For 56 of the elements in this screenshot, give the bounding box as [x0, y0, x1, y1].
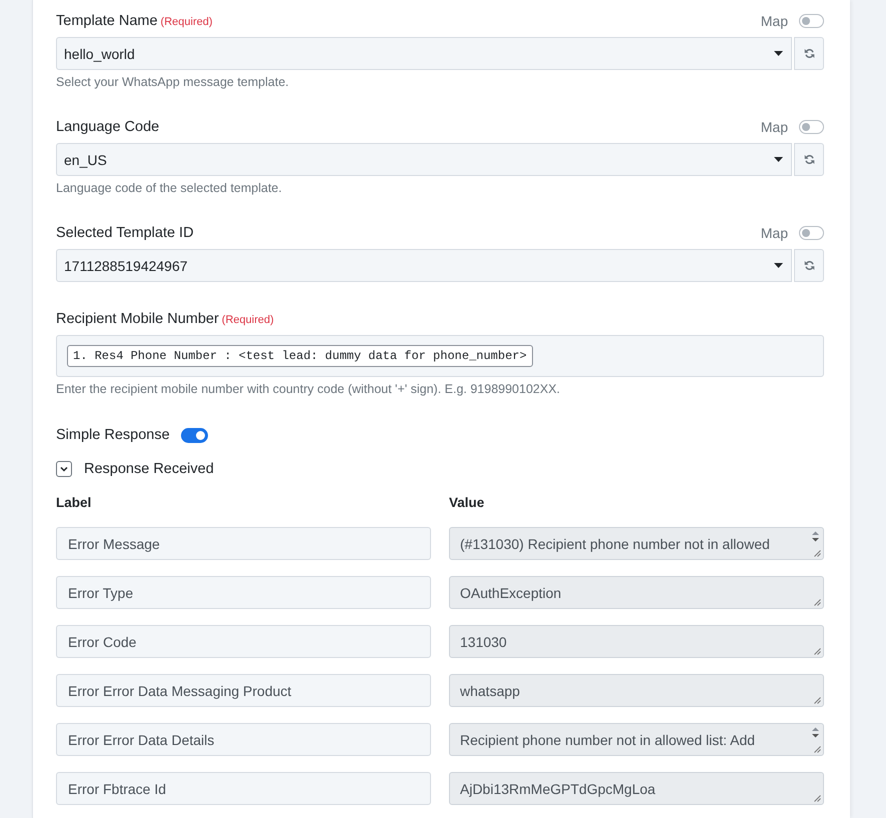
caret-icon — [774, 157, 783, 162]
map-label: Map — [760, 225, 788, 241]
hint-text: Enter the recipient mobile number with country code (without '+' sign). E.g. 9198990102XX. — [56, 381, 562, 397]
value-field[interactable]: whatsapp — [449, 674, 824, 707]
refresh-button[interactable] — [794, 249, 824, 282]
toggle-switch[interactable] — [180, 428, 208, 442]
refresh-button[interactable] — [794, 143, 824, 176]
resize-grip-icon — [814, 746, 821, 753]
hint-text: Select your WhatsApp message template. — [56, 74, 290, 90]
field-label: Language Code — [56, 119, 160, 135]
value-field[interactable]: 131030 — [449, 625, 824, 658]
caret-icon — [774, 51, 783, 56]
simple-response-label: Simple Response — [56, 427, 170, 443]
resize-grip-icon — [814, 648, 821, 655]
value-field[interactable]: Recipient phone number not in allowed list: Add — [449, 723, 824, 756]
refresh-icon — [804, 260, 814, 271]
resize-grip-icon — [814, 795, 821, 802]
resize-grip-icon — [814, 550, 821, 557]
scroll-arrows-icon — [811, 531, 820, 542]
required-note: (Required) — [160, 16, 213, 28]
toggle-switch[interactable] — [799, 226, 824, 240]
field-label: Template Name — [56, 13, 158, 29]
map-label: Map — [760, 13, 788, 29]
label-field[interactable]: Error Error Data Messaging Product — [56, 674, 431, 707]
expand-toggle[interactable] — [56, 461, 72, 477]
label-field[interactable]: Error Type — [56, 576, 431, 609]
label-field[interactable]: Error Code — [56, 625, 431, 658]
value-field[interactable]: OAuthException — [449, 576, 824, 609]
refresh-icon — [804, 48, 814, 59]
resize-grip-icon — [814, 697, 821, 704]
value-field[interactable]: (#131030) Recipient phone number not in allowed — [449, 527, 824, 560]
label-field[interactable]: Error Message — [56, 527, 431, 560]
toggle-switch[interactable] — [799, 120, 824, 134]
map-label: Map — [760, 119, 788, 135]
select-field[interactable]: 1711288519424967 — [56, 249, 792, 282]
token-field[interactable]: 1. Res4 Phone Number : <test lead: dummy data for phone_number> — [56, 335, 824, 377]
column-header: Label — [56, 494, 92, 511]
required-note: (Required) — [222, 314, 274, 326]
value-field[interactable]: AjDbi13RmMeGPTdGpcMgLoa — [449, 772, 824, 805]
section-title: Response Received — [84, 461, 214, 477]
scroll-arrows-icon — [811, 727, 820, 738]
toggle-switch[interactable] — [799, 14, 824, 28]
chevron-icon — [60, 465, 68, 473]
hint-text: Language code of the selected template. — [56, 180, 283, 196]
refresh-icon — [804, 154, 814, 165]
select-field[interactable]: hello_world — [56, 37, 792, 70]
caret-icon — [774, 263, 783, 268]
token-chip: 1. Res4 Phone Number : <test lead: dummy data for phone_number> — [67, 345, 533, 367]
field-label: Recipient Mobile Number — [56, 311, 219, 327]
label-field[interactable]: Error Error Data Details — [56, 723, 431, 756]
refresh-button[interactable] — [794, 37, 824, 70]
column-header: Value — [449, 494, 484, 511]
resize-grip-icon — [814, 599, 821, 606]
select-field[interactable]: en_US — [56, 143, 792, 176]
field-label: Selected Template ID — [56, 225, 194, 241]
label-field[interactable]: Error Fbtrace Id — [56, 772, 431, 805]
